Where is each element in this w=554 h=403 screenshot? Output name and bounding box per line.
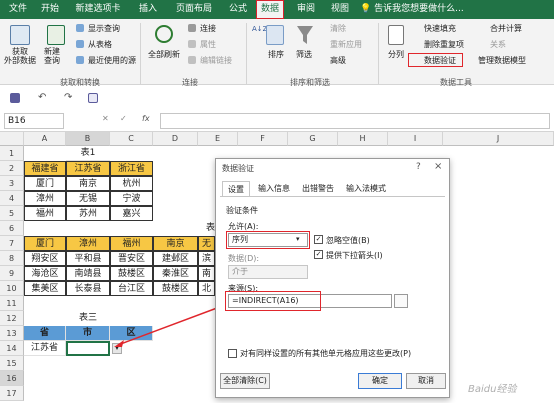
clear-all-button[interactable]: 全部清除(C) [220,373,270,389]
data-label: 数据(D): [228,254,260,263]
cancel-button[interactable]: 取消 [406,373,446,389]
watermark: Baidu经验 [468,384,517,395]
tab-ime-mode[interactable]: 输入法模式 [342,181,390,196]
apply-all-checkbox[interactable] [228,349,237,358]
tab-divider [220,196,445,197]
dropdown-checkbox[interactable]: ✓ [314,250,323,259]
range-select-icon[interactable] [394,294,408,308]
dropdown-label: 提供下拉箭头(I) [326,251,383,260]
apply-all-label: 对有同样设置的所有其他单元格应用这些更改(P) [240,349,412,358]
tab-input-message[interactable]: 输入信息 [254,181,294,196]
criteria-label: 验证条件 [226,206,258,215]
source-highlight [225,291,321,311]
data-validation-dialog: 数据验证 ? × 设置 输入信息 出错警告 输入法模式 验证条件 允许(A): … [215,158,450,398]
dialog-title: 数据验证 [222,164,254,173]
tab-settings[interactable]: 设置 [222,181,250,196]
data-select[interactable]: 介于 [228,265,308,279]
ignore-blank-label: 忽略空值(B) [326,236,370,245]
allow-highlight [226,231,310,249]
tab-error-alert[interactable]: 出错警告 [298,181,338,196]
help-icon[interactable]: ? [416,162,421,172]
ignore-blank-checkbox[interactable]: ✓ [314,235,323,244]
close-icon[interactable]: × [434,161,442,172]
ok-button[interactable]: 确定 [358,373,402,389]
